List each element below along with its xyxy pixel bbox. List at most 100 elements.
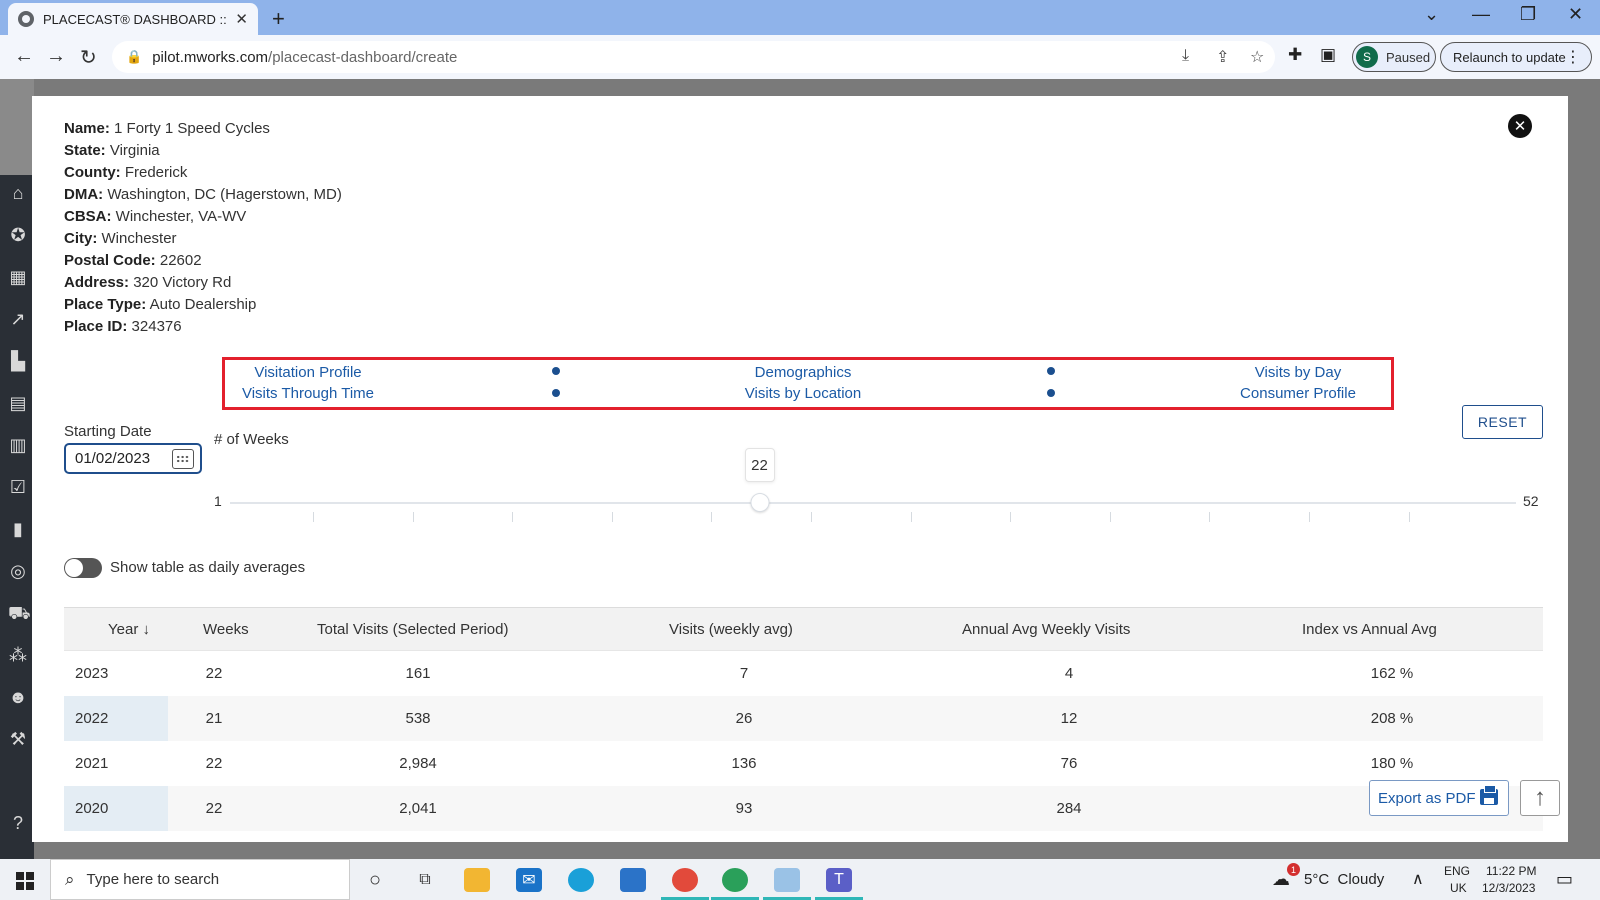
paint-icon[interactable] (774, 868, 800, 892)
url-host: pilot.mworks.com (152, 48, 269, 66)
browser-tab[interactable]: PLACECAST® DASHBOARD :: M ✕ (8, 3, 258, 35)
nav-visits-by-day[interactable]: Visits by Day (1255, 364, 1341, 381)
back-arrow-icon[interactable]: ← (14, 45, 34, 68)
weather-badge: 1 (1287, 863, 1300, 876)
mail-icon[interactable]: ✉ (516, 868, 542, 892)
grid-icon[interactable]: ▦ (8, 267, 28, 288)
side-panel-icon[interactable]: ▣ (1320, 45, 1336, 65)
slider-tick (1010, 512, 1012, 522)
edge-icon[interactable] (568, 868, 594, 892)
minimize-icon[interactable]: — (1472, 4, 1490, 25)
info-city: City: Winchester (64, 230, 177, 247)
windows-start-icon[interactable] (16, 872, 34, 890)
store-icon[interactable]: ▙ (8, 351, 28, 372)
address-bar[interactable]: 🔒 pilot.mworks.com/placecast-dashboard/c… (112, 41, 1275, 73)
weather-text[interactable]: 5°C Cloudy (1304, 871, 1384, 888)
info-county: County: Frederick (64, 164, 188, 181)
cell-index: 162 % (1370, 665, 1414, 682)
clock-time[interactable]: 11:22 PM (1486, 864, 1536, 878)
tab-search-chevron-icon[interactable]: ⌄ (1424, 4, 1439, 25)
nav-consumer-profile[interactable]: Consumer Profile (1240, 385, 1356, 402)
browser-tab-bar: PLACECAST® DASHBOARD :: M ✕ + ⌄ — ❐ ✕ (0, 0, 1600, 35)
daily-averages-toggle[interactable] (64, 558, 102, 578)
clock-date[interactable]: 12/3/2023 (1482, 881, 1535, 895)
starting-date-value: 01/02/2023 (75, 450, 151, 467)
background-header-strip (0, 79, 34, 175)
cell-total: 2,984 (399, 755, 437, 772)
language-top[interactable]: ENG (1444, 864, 1470, 878)
header-total-visits[interactable]: Total Visits (Selected Period) (317, 621, 508, 638)
nav-demographics[interactable]: Demographics (755, 364, 852, 381)
chrome-icon[interactable] (672, 868, 698, 892)
starting-date-label: Starting Date (64, 423, 152, 440)
cell-weekly: 136 (731, 755, 757, 772)
reset-button[interactable]: RESET (1462, 405, 1543, 439)
network-icon[interactable]: ⁂ (8, 645, 28, 666)
home-icon[interactable]: ⌂ (8, 183, 28, 204)
help-icon[interactable]: ? (8, 813, 28, 834)
language-bottom[interactable]: UK (1450, 881, 1467, 895)
window-close-icon[interactable]: ✕ (1568, 4, 1583, 25)
cell-annual: 4 (1064, 665, 1074, 682)
starting-date-input[interactable]: 01/02/2023 (64, 443, 202, 474)
slider-tick (1109, 512, 1111, 522)
daily-averages-label: Show table as daily averages (110, 559, 306, 576)
weeks-slider-thumb[interactable] (750, 493, 770, 512)
modal-close-icon[interactable]: ✕ (1508, 114, 1532, 138)
reload-icon[interactable]: ↻ (80, 45, 97, 70)
checklist-icon[interactable]: ☑ (8, 477, 28, 498)
weeks-slider-track[interactable] (230, 502, 1516, 504)
tab-title: PLACECAST® DASHBOARD :: M (43, 11, 230, 27)
taskbar-search-box[interactable]: ⌕ Type here to search (50, 859, 350, 900)
wrench-icon[interactable]: ⚒ (8, 729, 28, 750)
tab-close-icon[interactable]: ✕ (235, 10, 248, 28)
forward-arrow-icon[interactable]: → (46, 45, 66, 68)
header-annual-avg[interactable]: Annual Avg Weekly Visits (962, 621, 1130, 638)
notifications-icon[interactable]: ▭ (1556, 869, 1573, 890)
profile-button[interactable]: S Paused (1352, 42, 1436, 72)
lock-icon[interactable]: 🔒 (126, 49, 142, 65)
slider-tick (811, 512, 812, 522)
tray-chevron-up-icon[interactable]: ∧ (1412, 869, 1424, 889)
restore-icon[interactable]: ❐ (1520, 4, 1536, 25)
nav-separator-dot (1047, 367, 1055, 375)
export-pdf-button[interactable]: Export as PDF (1369, 780, 1509, 816)
trend-icon[interactable]: ↗ (8, 309, 28, 330)
new-tab-icon[interactable]: + (272, 6, 285, 32)
calendar-icon[interactable] (172, 449, 194, 469)
cell-total: 538 (405, 710, 431, 727)
relaunch-button[interactable]: Relaunch to update ⋮ (1440, 42, 1592, 72)
header-index[interactable]: Index vs Annual Avg (1302, 621, 1437, 638)
share-icon[interactable]: ⇪ (1216, 47, 1229, 67)
car-icon[interactable]: ⛟ (8, 603, 31, 627)
cortana-icon[interactable]: ○ (362, 868, 388, 892)
extensions-puzzle-icon[interactable]: ✚ (1288, 45, 1302, 65)
user-icon[interactable]: ☻ (8, 687, 28, 708)
header-year[interactable]: Year ↓ (108, 621, 150, 638)
store-app-icon[interactable] (620, 868, 646, 892)
slider-tick (611, 512, 613, 522)
windows-taskbar: ⌕ Type here to search ○ ⧉ ✉ T ☁ 1 5°C Cl… (0, 859, 1600, 900)
target-icon[interactable]: ◎ (8, 561, 28, 582)
header-weekly-avg[interactable]: Visits (weekly avg) (669, 621, 793, 638)
compass-icon[interactable]: ✪ (8, 225, 28, 246)
sort-down-arrow-icon[interactable]: ↓ (142, 621, 150, 638)
task-view-icon[interactable]: ⧉ (412, 868, 438, 892)
chrome-profile-icon[interactable] (722, 868, 748, 892)
table-row: 2021 22 2,984 136 76 180 % (64, 741, 1543, 786)
bar-chart-icon[interactable]: ▮ (8, 519, 28, 540)
scroll-to-top-button[interactable]: ↑ (1520, 780, 1560, 816)
document-icon[interactable]: ▤ (8, 393, 28, 414)
teams-icon[interactable]: T (826, 868, 852, 892)
info-postal-code: Postal Code: 22602 (64, 252, 202, 269)
header-weeks[interactable]: Weeks (203, 621, 249, 638)
nav-visits-by-location[interactable]: Visits by Location (745, 385, 861, 402)
file-explorer-icon[interactable] (464, 868, 490, 892)
nav-visitation-profile[interactable]: Visitation Profile (254, 364, 361, 381)
install-app-icon[interactable]: ⤓ (1182, 47, 1189, 65)
browser-menu-icon[interactable]: ⋮ (1565, 47, 1581, 67)
building-icon[interactable]: ▥ (8, 435, 28, 456)
nav-visits-through-time[interactable]: Visits Through Time (242, 385, 374, 402)
cell-weeks: 22 (205, 755, 223, 772)
bookmark-star-icon[interactable]: ☆ (1250, 47, 1264, 67)
